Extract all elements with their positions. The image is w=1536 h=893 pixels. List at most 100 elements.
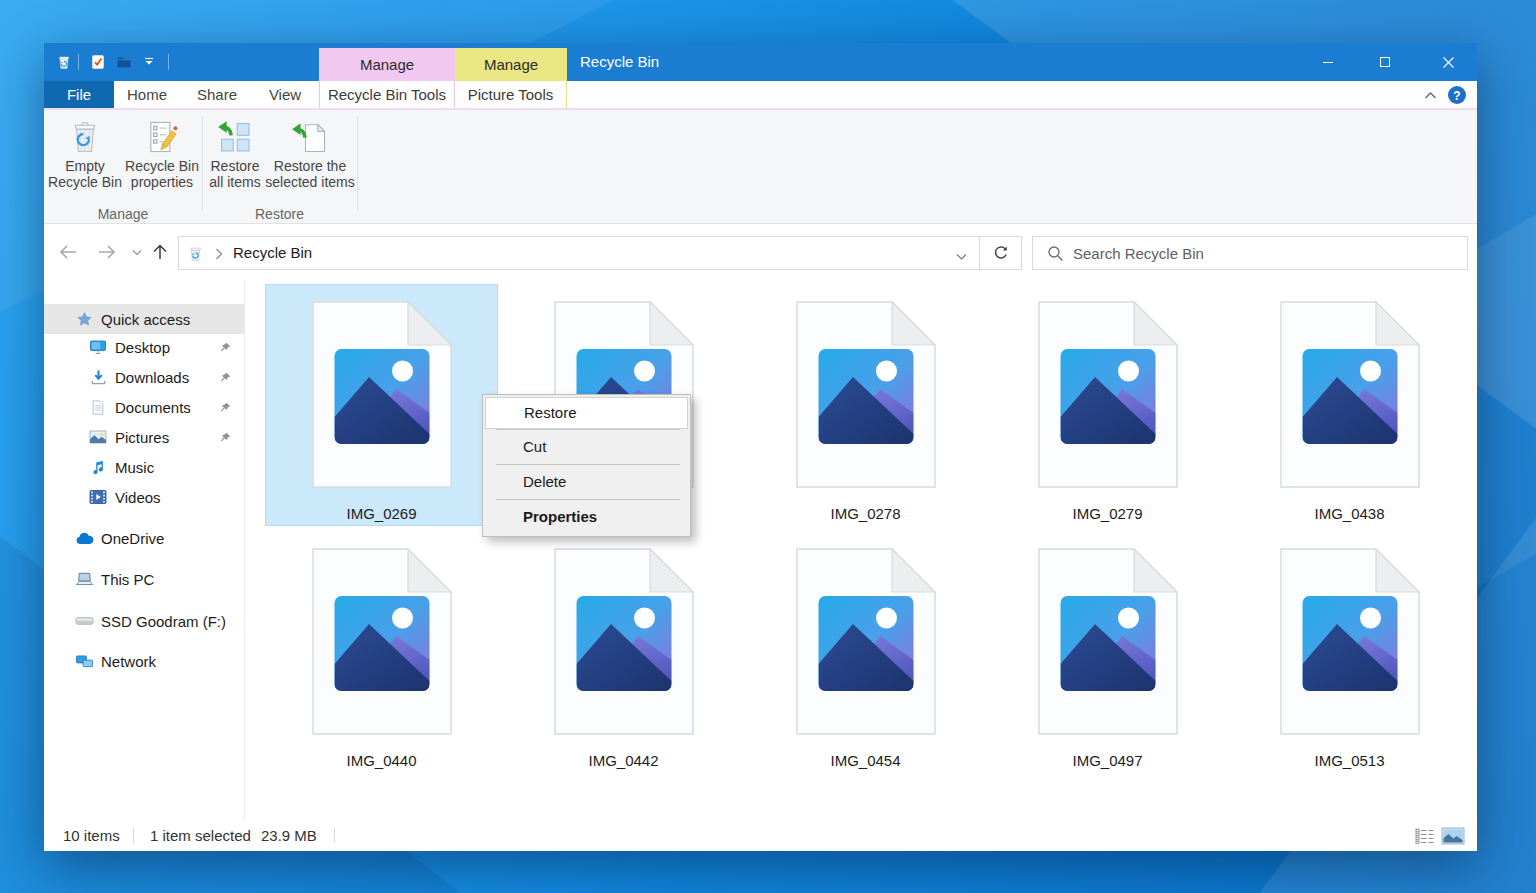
file-tile[interactable]: IMG_0279: [991, 284, 1224, 526]
downloads-icon: [88, 368, 108, 386]
file-grid: IMG_0269: [265, 284, 1466, 773]
address-row: Recycle Bin: [44, 224, 1477, 280]
context-menu: Restore Cut Delete Properties: [482, 394, 691, 537]
close-button[interactable]: [1425, 43, 1471, 81]
restore-selected-items-icon: [291, 118, 329, 156]
this-pc-icon: [74, 570, 94, 588]
pin-icon: [219, 370, 232, 387]
context-menu-item-delete[interactable]: Delete: [485, 465, 688, 499]
file-tile[interactable]: IMG_0497: [991, 531, 1224, 773]
context-menu-item-properties[interactable]: Properties: [485, 500, 688, 534]
image-file-icon: [1038, 301, 1178, 488]
status-separator: [133, 828, 134, 843]
sidebar-item-desktop[interactable]: Desktop: [44, 332, 244, 362]
tab-home[interactable]: Home: [116, 81, 178, 108]
sidebar-item-onedrive[interactable]: OneDrive: [44, 523, 244, 553]
navigation-pane: Quick access Desktop Downloads Documents…: [44, 280, 244, 820]
pin-icon: [219, 400, 232, 417]
pin-icon: [219, 430, 232, 447]
onedrive-icon: [74, 529, 94, 547]
image-file-icon: [554, 548, 694, 735]
file-tile[interactable]: IMG_0440: [265, 531, 498, 773]
sidebar-item-videos[interactable]: Videos: [44, 482, 244, 512]
image-file-icon: [1280, 548, 1420, 735]
refresh-button[interactable]: [980, 236, 1022, 270]
sidebar-item-downloads[interactable]: Downloads: [44, 362, 244, 392]
pin-icon: [219, 340, 232, 357]
ribbon-group-label-restore: Restore: [202, 205, 357, 223]
address-bar[interactable]: Recycle Bin: [178, 236, 980, 270]
file-name: IMG_0278: [830, 505, 900, 523]
toolbar-separator: [168, 54, 169, 70]
desktop-icon: [88, 338, 108, 356]
sidebar-item-ssd-goodram[interactable]: SSD Goodram (F:): [44, 606, 244, 636]
tab-file[interactable]: File: [44, 81, 114, 108]
recycle-bin-icon[interactable]: [56, 54, 72, 70]
tab-view[interactable]: View: [254, 81, 316, 108]
toolbar-separator: [78, 54, 79, 70]
ribbon: EmptyRecycle Bin Recycle Binproperties: [44, 110, 1477, 224]
empty-recycle-bin-button[interactable]: EmptyRecycle Bin: [46, 114, 124, 202]
back-button[interactable]: [57, 241, 79, 263]
documents-icon: [88, 398, 108, 416]
maximize-button[interactable]: [1362, 43, 1408, 81]
restore-all-items-icon: [216, 118, 254, 156]
file-tile[interactable]: IMG_0442: [507, 531, 740, 773]
file-name: IMG_0454: [830, 752, 900, 770]
file-tile[interactable]: IMG_0278: [749, 284, 982, 526]
status-selection-size: 23.9 MB: [261, 820, 317, 851]
file-name: IMG_0513: [1314, 752, 1384, 770]
file-name: IMG_0497: [1072, 752, 1142, 770]
collapse-ribbon-icon[interactable]: [1419, 84, 1441, 106]
image-file-icon: [796, 548, 936, 735]
file-tile[interactable]: IMG_0269: [265, 284, 498, 526]
address-dropdown-icon[interactable]: [956, 247, 967, 265]
sidebar-item-documents[interactable]: Documents: [44, 392, 244, 422]
details-view-icon[interactable]: [1412, 825, 1438, 847]
window-title: Recycle Bin: [580, 43, 659, 81]
restore-all-items-button[interactable]: Restoreall items: [204, 114, 266, 202]
recycle-bin-icon: [187, 245, 204, 266]
sidebar-item-music[interactable]: Music: [44, 452, 244, 482]
explorer-window: Manage Manage Recycle Bin File Home Shar…: [44, 43, 1477, 851]
forward-button[interactable]: [96, 241, 118, 263]
ribbon-group-separator: [357, 116, 358, 210]
music-icon: [88, 458, 108, 476]
breadcrumb[interactable]: Recycle Bin: [233, 237, 312, 269]
recent-locations-icon[interactable]: [126, 241, 148, 263]
status-bar: 10 items 1 item selected 23.9 MB: [44, 820, 1477, 851]
pane-divider: [244, 280, 245, 820]
context-menu-item-cut[interactable]: Cut: [485, 430, 688, 464]
restore-selected-items-button[interactable]: Restore theselected items: [262, 114, 358, 202]
file-tile[interactable]: IMG_0513: [1233, 531, 1466, 773]
ribbon-group-label-manage: Manage: [44, 205, 202, 223]
minimize-button[interactable]: [1305, 43, 1351, 81]
tab-picture-tools[interactable]: Picture Tools: [455, 81, 567, 108]
search-input[interactable]: [1073, 238, 1453, 268]
help-icon[interactable]: ?: [1446, 84, 1468, 106]
file-name: IMG_0279: [1072, 505, 1142, 523]
sidebar-item-network[interactable]: Network: [44, 646, 244, 676]
file-name: IMG_0269: [346, 505, 416, 523]
up-button[interactable]: [149, 241, 171, 263]
recycle-bin-properties-button[interactable]: Recycle Binproperties: [122, 114, 202, 202]
titlebar: Manage Manage Recycle Bin: [44, 43, 1477, 81]
image-file-icon: [796, 301, 936, 488]
search-icon: [1047, 245, 1064, 266]
folder-icon[interactable]: [116, 54, 132, 70]
file-tile[interactable]: IMG_0454: [749, 531, 982, 773]
recycle-bin-properties-icon: [143, 118, 181, 156]
customize-dropdown-icon[interactable]: [142, 54, 158, 70]
tab-recycle-bin-tools[interactable]: Recycle Bin Tools: [319, 81, 455, 108]
manage-tab-group-header-recycle: Manage: [319, 48, 455, 81]
sidebar-item-pictures[interactable]: Pictures: [44, 422, 244, 452]
sidebar-item-this-pc[interactable]: This PC: [44, 564, 244, 594]
tab-share[interactable]: Share: [186, 81, 248, 108]
sidebar-item-quick-access[interactable]: Quick access: [44, 304, 244, 334]
context-menu-item-restore[interactable]: Restore: [485, 397, 688, 429]
ribbon-group-separator: [202, 116, 203, 210]
file-tile[interactable]: IMG_0438: [1233, 284, 1466, 526]
file-name: IMG_0442: [588, 752, 658, 770]
thumbnail-view-icon[interactable]: [1440, 825, 1466, 847]
properties-check-icon[interactable]: [90, 54, 106, 70]
